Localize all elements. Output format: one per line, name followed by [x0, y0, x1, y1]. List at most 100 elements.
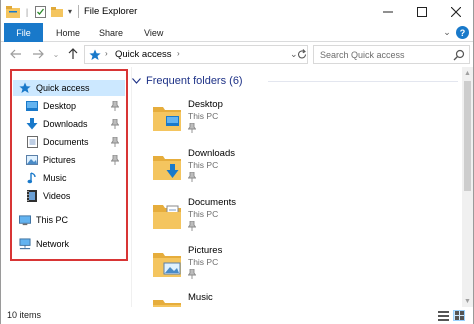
search-box[interactable]: Search Quick access: [313, 45, 470, 64]
pin-icon: [188, 172, 196, 182]
file-explorer-window: | ▾ File Explorer File Home Share View ⌄…: [0, 0, 474, 324]
sidebar-item-label: Pictures: [43, 155, 76, 165]
ribbon-divider: |: [25, 6, 29, 17]
address-bar-row: ⌄ › Quick access › ⌄ Search Quick access: [1, 42, 473, 67]
sidebar-item-label: Desktop: [43, 101, 77, 111]
breadcrumb-chevron-icon: ›: [177, 49, 180, 58]
folder-location: This PC: [188, 257, 219, 267]
desktop-folder-icon: [26, 100, 38, 112]
customize-toolbar-icon[interactable]: ▾: [65, 4, 75, 19]
folder-item-documents[interactable]: Documents This PC: [152, 197, 352, 241]
sidebar-item-label: This PC: [36, 215, 69, 225]
chevron-down-icon: [132, 75, 142, 87]
pin-icon: [188, 123, 196, 133]
sidebar-item-videos[interactable]: Videos: [13, 188, 125, 204]
sidebar-item-documents[interactable]: Documents: [13, 134, 125, 150]
minimize-icon: [383, 11, 393, 12]
folder-name: Documents: [188, 197, 237, 208]
folder-item-desktop[interactable]: Desktop This PC: [152, 99, 352, 143]
ribbon-tabs: File Home Share View ⌄ ?: [1, 23, 473, 42]
folder-item-pictures[interactable]: Pictures This PC: [152, 245, 352, 289]
scrollbar-thumb[interactable]: [464, 81, 471, 191]
videos-icon: [26, 190, 38, 202]
recent-locations-button[interactable]: ⌄: [51, 47, 61, 61]
pictures-folder-icon: [153, 253, 181, 277]
title-bar: | ▾ File Explorer: [1, 0, 473, 23]
desktop-folder-icon: [153, 107, 181, 131]
forward-button[interactable]: [31, 47, 45, 61]
frequent-folders-header[interactable]: Frequent folders (6): [132, 74, 243, 88]
large-icons-view-button[interactable]: [453, 310, 465, 321]
breadcrumb-quick-access[interactable]: Quick access: [115, 49, 172, 60]
forward-arrow-icon: [33, 49, 44, 59]
help-icon: ?: [456, 26, 469, 39]
expand-ribbon-button[interactable]: ⌄: [441, 26, 453, 39]
sidebar-item-label: Documents: [43, 137, 89, 147]
folder-name: Downloads: [188, 148, 235, 159]
pin-icon: [111, 101, 119, 111]
chevron-down-icon: ⌄: [52, 49, 60, 59]
large-icons-view-icon: [454, 311, 464, 320]
pin-icon: [188, 269, 196, 279]
chevron-down-icon: ⌄: [443, 27, 451, 37]
sidebar-item-label: Network: [36, 239, 70, 249]
sidebar-item-quick-access[interactable]: Quick access: [13, 80, 125, 96]
tab-view[interactable]: View: [144, 23, 163, 42]
tab-file[interactable]: File: [4, 23, 43, 42]
pin-icon: [111, 137, 119, 147]
window-title: File Explorer: [84, 6, 138, 17]
vertical-scrollbar[interactable]: ▲ ▼: [462, 67, 473, 307]
scroll-down-icon[interactable]: ▼: [462, 295, 473, 307]
folder-location: This PC: [188, 160, 219, 170]
up-button[interactable]: [66, 47, 80, 61]
sidebar-item-desktop[interactable]: Desktop: [13, 98, 125, 114]
documents-icon: [26, 136, 38, 148]
sidebar-item-this-pc[interactable]: This PC: [13, 212, 125, 228]
sidebar-item-music[interactable]: Music: [13, 170, 125, 186]
sidebar-item-label: Quick access: [36, 83, 90, 93]
network-icon: [19, 238, 31, 250]
section-divider: [268, 81, 458, 82]
properties-icon[interactable]: [34, 4, 47, 19]
breadcrumb-chevron-icon: ›: [105, 49, 108, 58]
folder-location: This PC: [188, 111, 219, 121]
folder-item-music[interactable]: Music: [152, 292, 352, 307]
sidebar-item-pictures[interactable]: Pictures: [13, 152, 125, 168]
close-icon: [451, 6, 461, 17]
minimize-button[interactable]: [371, 0, 405, 23]
download-arrow-icon: [26, 118, 38, 130]
status-bar: 10 items: [1, 307, 473, 324]
refresh-icon: [297, 49, 307, 59]
tab-home[interactable]: Home: [56, 23, 80, 42]
music-folder-icon: [153, 300, 181, 307]
sidebar-item-downloads[interactable]: Downloads: [13, 116, 125, 132]
back-arrow-icon: [10, 49, 21, 59]
folder-item-downloads[interactable]: Downloads This PC: [152, 148, 352, 192]
folder-name: Pictures: [188, 245, 223, 256]
star-icon: [19, 82, 31, 94]
search-icon: [453, 49, 465, 61]
tab-share[interactable]: Share: [99, 23, 123, 42]
maximize-button[interactable]: [405, 0, 439, 23]
back-button[interactable]: [9, 47, 23, 61]
help-button[interactable]: ?: [456, 26, 469, 39]
music-note-icon: [26, 172, 38, 184]
sidebar-item-label: Videos: [43, 191, 71, 201]
scroll-up-icon[interactable]: ▲: [462, 67, 473, 79]
maximize-icon: [417, 6, 427, 17]
folder-app-icon: [6, 4, 20, 19]
documents-folder-icon: [153, 205, 181, 229]
search-input[interactable]: Search Quick access: [320, 50, 405, 60]
item-count: 10 items: [7, 310, 42, 320]
new-folder-icon[interactable]: [50, 4, 63, 19]
sidebar-item-network[interactable]: Network: [13, 236, 125, 252]
folder-name: Music: [188, 292, 213, 303]
folder-name: Desktop: [188, 99, 223, 110]
details-view-button[interactable]: [437, 310, 449, 321]
sidebar-item-label: Downloads: [43, 119, 88, 129]
close-button[interactable]: [439, 0, 473, 23]
pin-icon: [111, 155, 119, 165]
computer-icon: [19, 214, 31, 226]
address-bar[interactable]: › Quick access › ⌄: [84, 45, 308, 64]
content-pane: Frequent folders (6) Desktop This PC Dow…: [132, 67, 462, 307]
